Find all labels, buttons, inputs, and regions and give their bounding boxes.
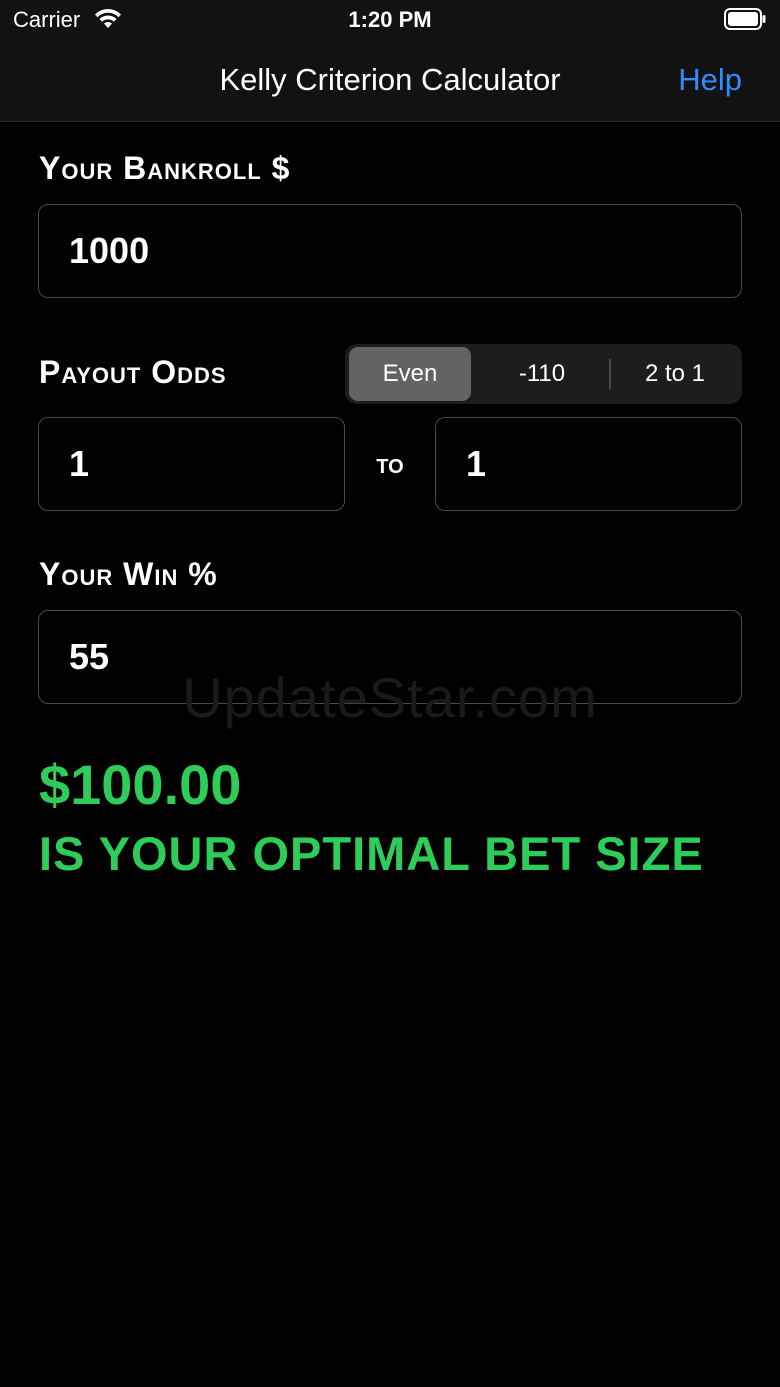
payout-odds-label: Payout Odds xyxy=(39,354,227,390)
battery-icon xyxy=(724,8,766,30)
segment-2-to-1[interactable]: 2 to 1 xyxy=(612,347,738,401)
status-bar: Carrier 1:20 PM xyxy=(0,0,780,42)
win-percent-label: Your Win % xyxy=(39,556,218,592)
optimal-bet-amount: $100.00 xyxy=(39,753,242,816)
bankroll-label: Your Bankroll $ xyxy=(39,150,291,186)
segment-divider xyxy=(609,359,611,389)
help-button[interactable]: Help xyxy=(678,62,742,98)
segment-minus-110[interactable]: -110 xyxy=(477,347,607,401)
odds-right-field-container xyxy=(435,417,742,511)
navigation-bar: Kelly Criterion Calculator Help xyxy=(0,42,780,122)
to-label: to xyxy=(376,448,404,479)
optimal-bet-caption: IS YOUR OPTIMAL BET SIZE xyxy=(39,827,704,880)
odds-left-field-container xyxy=(38,417,345,511)
clock-time: 1:20 PM xyxy=(348,7,432,32)
page-title: Kelly Criterion Calculator xyxy=(219,62,561,97)
odds-left-input[interactable] xyxy=(39,418,344,510)
watermark: UpdateStar.com xyxy=(182,666,598,729)
bankroll-field-container xyxy=(38,204,742,298)
odds-right-input[interactable] xyxy=(436,418,741,510)
segment-even[interactable]: Even xyxy=(349,347,471,401)
bankroll-input[interactable] xyxy=(39,205,741,297)
app-screen: Carrier 1:20 PM Kelly Criterion Calculat… xyxy=(0,0,780,1387)
odds-segmented-control: Even -110 2 to 1 xyxy=(345,344,742,404)
